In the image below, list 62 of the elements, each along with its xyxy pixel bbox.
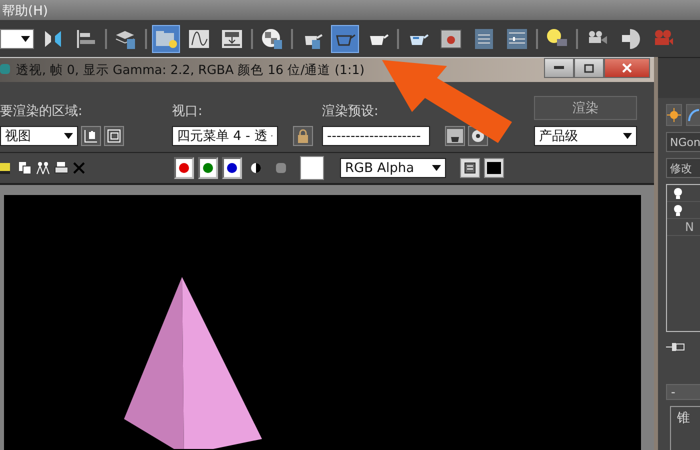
minimize-icon	[554, 66, 564, 70]
production-dropdown[interactable]: 产品级	[534, 126, 637, 146]
close-button[interactable]	[604, 58, 650, 78]
field-label: 要渲染的区域:	[0, 103, 84, 120]
close-icon	[72, 161, 86, 175]
menu-item[interactable]: 帮助(H)	[0, 4, 48, 19]
caret-icon	[64, 133, 73, 139]
crop-icon	[107, 129, 121, 143]
print-icon	[54, 161, 68, 175]
toolbar-button[interactable]	[331, 24, 359, 52]
panel-icon	[505, 26, 529, 50]
close-icon	[622, 63, 632, 73]
render-button[interactable]: 渲染	[534, 96, 637, 120]
channel-toggle[interactable]	[222, 157, 242, 179]
caret-icon	[623, 133, 632, 139]
pin-icon	[666, 341, 686, 354]
checker-sphere-icon	[260, 26, 284, 50]
panel-tab[interactable]	[666, 104, 682, 126]
region-button[interactable]	[81, 126, 101, 146]
window-title: 透视, 帧 0, 显示 Gamma: 2.2, RGBA 颜色 16 位/通道 (1:1)	[16, 62, 365, 78]
lock-button[interactable]	[293, 126, 313, 146]
field-label: 视口:	[172, 103, 204, 120]
lock-icon	[297, 129, 309, 143]
channel-dropdown[interactable]: RGB Alpha	[340, 158, 446, 178]
viewport-dropdown[interactable]: 四元菜单 4 - 透	[172, 126, 278, 146]
toolbar-button[interactable]	[36, 161, 50, 175]
load-preset-button[interactable]	[445, 126, 465, 146]
name-field[interactable]: NGon	[666, 132, 700, 152]
clone-icon	[36, 161, 50, 175]
preset-dropdown[interactable]: --------------------	[322, 126, 430, 146]
minimize-button[interactable]	[544, 58, 574, 78]
maximize-button[interactable]	[574, 58, 604, 78]
dropdown[interactable]	[0, 28, 34, 48]
area-dropdown[interactable]: 视图	[0, 126, 78, 146]
mono-icon[interactable]	[250, 162, 262, 174]
caret-icon	[21, 36, 30, 42]
panel-icon	[472, 26, 496, 50]
toggle-ui-button[interactable]	[460, 158, 480, 178]
light-bulb-icon	[673, 187, 683, 199]
field-label: 渲染预设:	[322, 103, 380, 120]
toolbar-button[interactable]	[54, 161, 68, 175]
panel-tab[interactable]	[686, 104, 700, 126]
channel-toggle[interactable]	[198, 157, 218, 179]
curve-icon	[687, 108, 700, 122]
screen-icon	[487, 162, 501, 174]
window-icon	[464, 162, 476, 174]
caret-icon	[432, 165, 441, 171]
frame-window-icon	[439, 26, 463, 50]
toolbar-button[interactable]	[18, 161, 32, 175]
stack-item[interactable]: N	[673, 220, 694, 234]
app-icon	[0, 62, 10, 76]
channel-toggle[interactable]	[174, 157, 194, 179]
sun-icon	[667, 108, 681, 122]
maximize-icon	[584, 64, 594, 72]
hand-icon	[84, 129, 98, 143]
clear-button[interactable]	[484, 158, 504, 178]
color-swatch[interactable]	[300, 156, 324, 180]
copy-icon	[18, 161, 32, 175]
rollout-header[interactable]: -	[666, 384, 700, 400]
light-bulb-icon	[673, 204, 683, 216]
crop-button[interactable]	[104, 126, 124, 146]
modifier-list-dropdown[interactable]: 修改	[666, 158, 700, 178]
